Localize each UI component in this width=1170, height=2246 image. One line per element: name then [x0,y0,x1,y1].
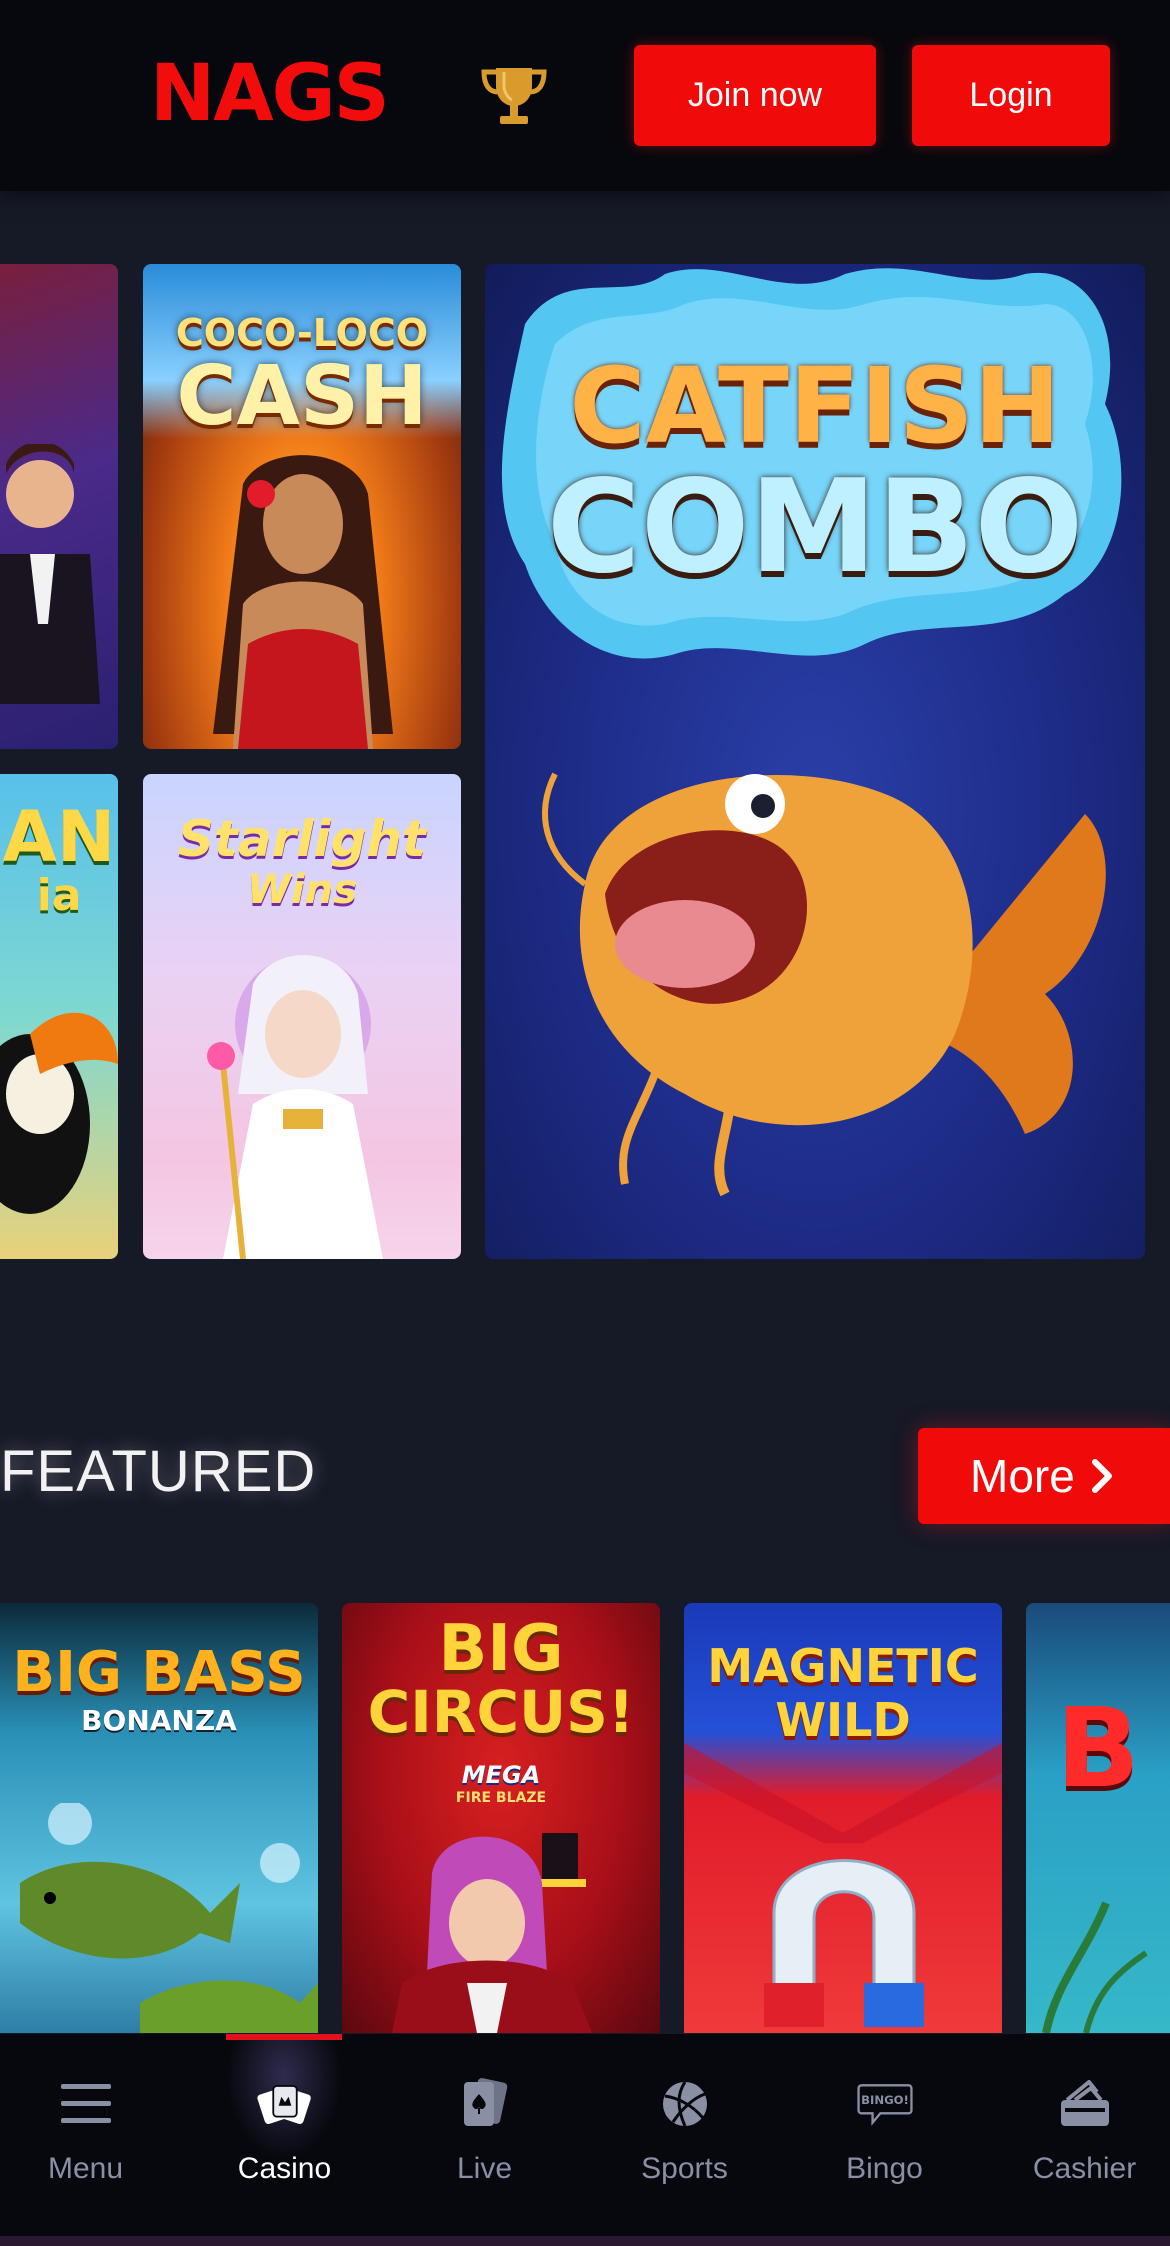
featured-section-title: FEATURED [0,1439,317,1504]
woman-character [213,455,393,749]
nav-item-sports[interactable]: Sports [587,2034,782,2234]
svg-text:BINGO!: BINGO! [861,2093,909,2107]
seaweed [1042,1901,1148,2033]
game-tile-starlight-wins[interactable]: Starlight Wins [143,774,461,1259]
toucan-figure [0,1012,118,1214]
cash-title: CASH [176,349,428,444]
catfish-character [542,772,1106,1197]
nav-item-casino[interactable]: Casino [187,2034,382,2234]
wild-title: WILD [775,1693,911,1747]
magician-figure [0,444,100,704]
more-button[interactable]: More [918,1428,1170,1524]
nav-label-live: Live [456,2152,513,2185]
nav-item-cashier[interactable]: Cashier [987,2034,1170,2234]
game-tile-coco-loco-cash[interactable]: COCO-LOCO CASH [143,264,461,749]
trophy-icon[interactable] [478,60,550,132]
nav-label-casino: Casino [237,2152,332,2185]
more-label: More [970,1450,1075,1502]
combo-title: COMBO [546,453,1084,602]
partial-title-bottom: ia [36,870,82,921]
starlight-title: Starlight [178,810,426,868]
home-indicator-strip [0,2236,1170,2246]
nav-item-menu[interactable]: Menu [0,2034,183,2234]
fire-blaze-badge: FIRE BLAZE [455,1790,547,1806]
game-tile-partial-bottom[interactable]: AN ia [0,774,118,1259]
wins-title: Wins [246,867,358,913]
casino-icon [256,2076,313,2132]
game-tile-catfish-combo[interactable]: CATFISH COMBO [485,264,1145,1259]
partial-featured-title: B [1056,1684,1140,1812]
volleyball-icon [657,2076,713,2132]
mega-badge: MEGA [461,1761,541,1789]
join-now-button[interactable]: Join now [634,45,876,146]
nav-label-menu: Menu [47,2152,124,2185]
nav-label-sports: Sports [641,2152,728,2185]
casino-page: NAGS Join now Login COCO-LOCO CASH CATFI… [0,0,1170,2246]
nags-logo[interactable]: NAGS [150,52,390,136]
featured-tile-partial[interactable]: B [1026,1603,1170,2033]
featured-tile-magnetic-wild[interactable]: MAGNETIC WILD [684,1603,1002,2033]
login-button[interactable]: Login [912,45,1110,146]
nav-item-live[interactable]: Live [387,2034,582,2234]
bass-fish [20,1803,318,2033]
big-bass-title: BIG BASS [12,1640,306,1705]
nav-label-cashier: Cashier [1032,2152,1137,2185]
top-header: NAGS Join now Login [0,0,1170,191]
cashier-icon [1057,2076,1113,2132]
featured-tile-big-circus[interactable]: BIG CIRCUS! MEGA FIRE BLAZE [342,1603,660,2033]
nav-item-bingo[interactable]: BINGO! Bingo [787,2034,982,2234]
partial-title-top: AN [2,796,116,878]
coco-loco-title: COCO-LOCO [175,311,429,355]
magnet-icon [764,1859,924,2027]
ringmaster-character [392,1833,592,2033]
magnetic-title: MAGNETIC [707,1639,979,1693]
bingo-icon: BINGO! [856,2076,913,2132]
bonanza-title: BONANZA [81,1704,237,1737]
chevron-right-icon [1091,1459,1112,1493]
game-tile-partial-top[interactable] [0,264,118,749]
nav-label-bingo: Bingo [846,2152,923,2185]
fairy-character [207,955,383,1259]
featured-tile-big-bass-bonanza[interactable]: BIG BASS BONANZA [0,1603,318,2033]
circus-title: CIRCUS! [367,1678,635,1746]
big-title: BIG [438,1612,564,1686]
catfish-title: CATFISH [569,345,1061,467]
menu-icon [58,2076,114,2132]
live-cards-icon [457,2076,513,2132]
